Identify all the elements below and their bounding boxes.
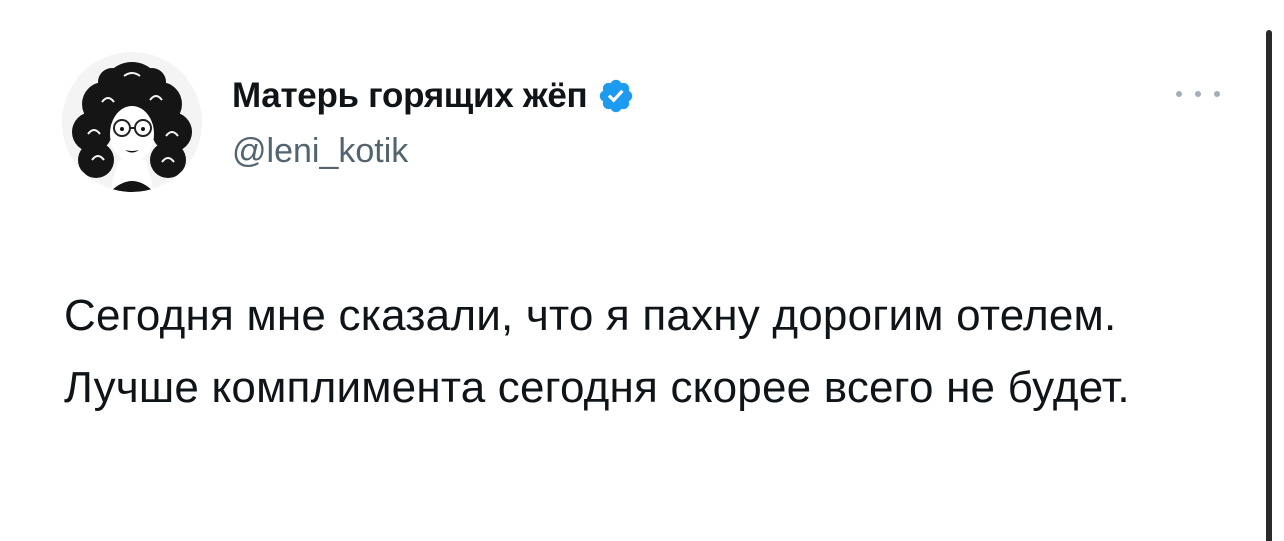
- author-handle[interactable]: @leni_kotik: [232, 132, 408, 171]
- avatar[interactable]: [62, 52, 202, 192]
- more-options-icon: [1176, 91, 1182, 97]
- more-options-icon-dot: [1214, 91, 1220, 97]
- more-options-icon-dot: [1195, 91, 1201, 97]
- tweet-text: Сегодня мне сказали, что я пахну дорогим…: [64, 291, 1130, 412]
- avatar-illustration: [62, 52, 202, 192]
- more-options-button[interactable]: [1176, 84, 1220, 104]
- scrollbar[interactable]: [1266, 30, 1272, 541]
- author-name-row: Матерь горящих жёп: [232, 74, 635, 118]
- verified-badge-icon: [597, 77, 635, 115]
- tweet-card: Матерь горящих жёп @leni_kotik Сегодня м…: [0, 0, 1284, 541]
- author-display-name[interactable]: Матерь горящих жёп: [232, 76, 588, 116]
